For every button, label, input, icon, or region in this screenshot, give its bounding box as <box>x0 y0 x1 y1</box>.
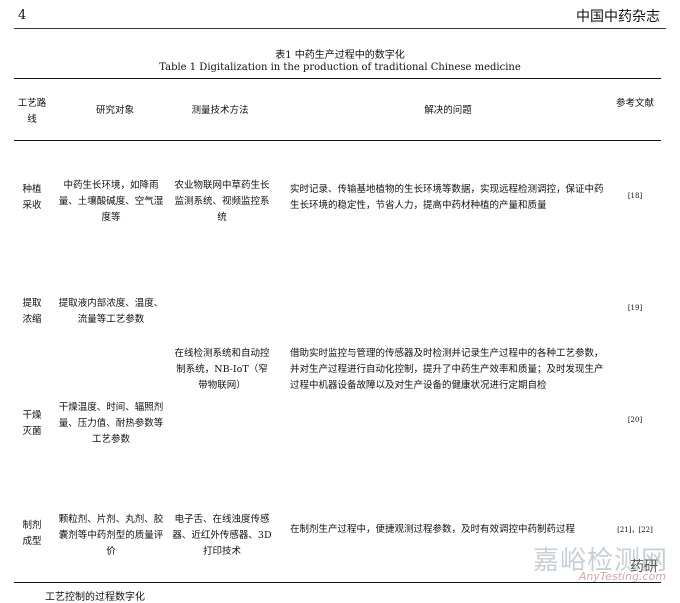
row3-object: 干燥温度、时间、辐照剂量、压力值、耐热参数等工艺参数 <box>58 402 164 445</box>
shared-method: 在线检测系统和自动控制系统，NB-IoT（窄带物联网） <box>174 348 270 391</box>
row1-method: 农业物联网中草药生长监测系统、视频监控系统 <box>174 180 270 223</box>
row3-route: 干燥灭菌 <box>22 410 42 437</box>
row1-problem: 实时记录、传输基地植物的生长环境等数据，实现远程检测调控，保证中药生长环境的稳定… <box>290 184 604 211</box>
row1-ref: [18] <box>627 192 643 200</box>
table-top-rule <box>14 78 661 79</box>
row4-problem: 在制剂生产过程中，便捷观测过程参数，及时有效调控中药制药过程 <box>290 524 576 535</box>
row4-object: 颗粒剂、片剂、丸剂、胶囊剂等中药剂型的质量评价 <box>58 514 164 557</box>
row1-object: 中药生长环境，如降雨量、土壤酸碱度、空气湿度等 <box>58 180 164 223</box>
row1-route: 种植采收 <box>22 184 42 211</box>
header-rule <box>14 28 666 29</box>
header-method: 测量技术方法 <box>191 105 249 116</box>
journal-title: 中国中药杂志 <box>576 9 660 25</box>
row2-route: 提取浓缩 <box>22 298 42 325</box>
row2-object: 提取液内部浓度、温度、流量等工艺参数 <box>58 298 164 325</box>
row4-method: 电子舌、在线浊度传感器、近红外传感器、3D 打印技术 <box>172 514 272 557</box>
row4-ref: [21]，[22] <box>617 526 653 534</box>
header-object: 研究对象 <box>95 105 134 116</box>
header-problem: 解决的问题 <box>424 105 472 116</box>
table-header-rule <box>14 140 661 141</box>
watermark-en: AnyTesting.com <box>578 570 666 583</box>
row4-route: 制剂成型 <box>22 520 42 547</box>
shared-problem: 借助实时监控与管理的传感器及时检测并记录生产过程中的各种工艺参数，并对生产过程进… <box>290 348 604 391</box>
header-route: 工艺路线 <box>17 98 47 125</box>
page-number: 4 <box>18 8 27 23</box>
table-bottom-rule <box>14 582 661 583</box>
row2-ref: [19] <box>627 304 643 312</box>
table-caption-cn: 表1 中药生产过程中的数字化 <box>275 50 405 61</box>
header-ref: 参考文献 <box>615 98 654 109</box>
row3-ref: [20] <box>627 416 643 424</box>
table-caption-en: Table 1 Digitalization in the production… <box>159 62 521 73</box>
